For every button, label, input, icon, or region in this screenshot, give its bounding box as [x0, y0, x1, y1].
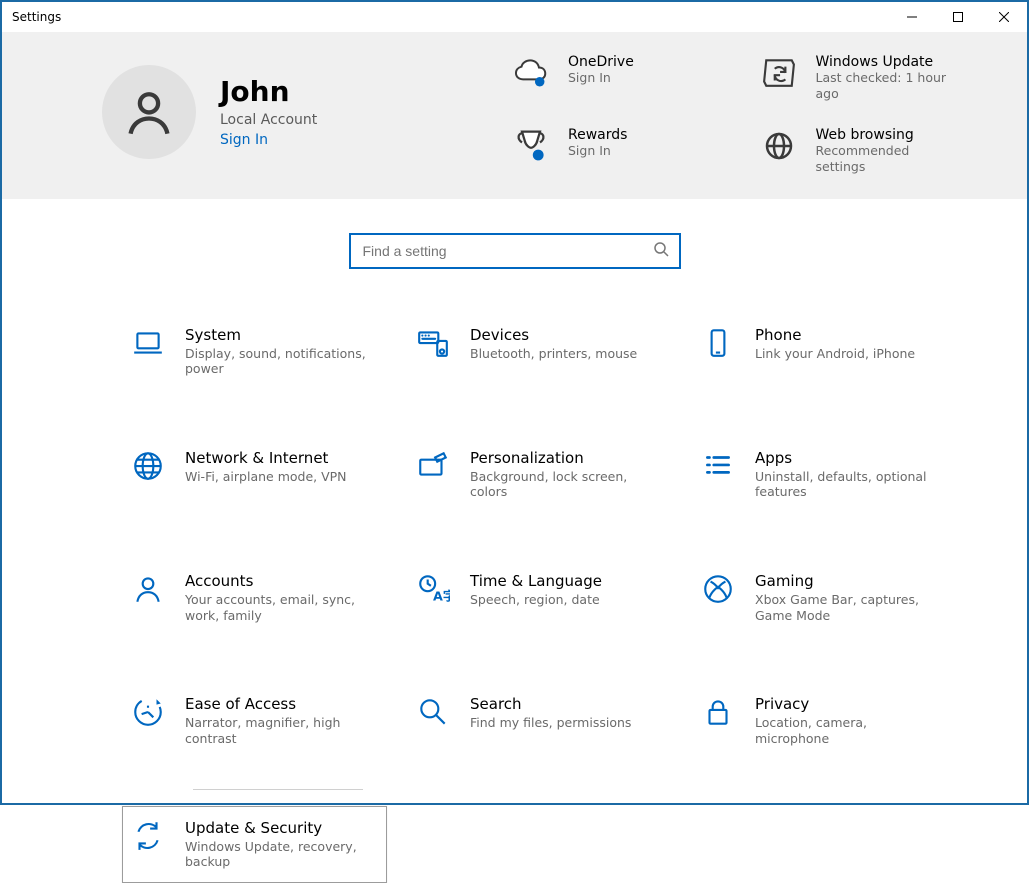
category-title: Search: [470, 695, 631, 713]
category-accounts[interactable]: Accounts Your accounts, email, sync, wor…: [122, 559, 387, 636]
category-devices[interactable]: Devices Bluetooth, printers, mouse: [407, 313, 672, 390]
category-title: Personalization: [470, 449, 659, 467]
tile-title: Windows Update: [816, 54, 956, 70]
cloud-icon: [512, 54, 550, 92]
category-sub: Link your Android, iPhone: [755, 346, 915, 362]
category-title: Devices: [470, 326, 637, 344]
category-time-language[interactable]: A字 Time & Language Speech, region, date: [407, 559, 672, 636]
category-sub: Bluetooth, printers, mouse: [470, 346, 637, 362]
category-network[interactable]: Network & Internet Wi-Fi, airplane mode,…: [122, 436, 387, 513]
account-type: Local Account: [220, 112, 317, 128]
category-search[interactable]: Search Find my files, permissions: [407, 682, 672, 759]
tile-web-browsing[interactable]: Web browsing Recommended settings: [760, 127, 998, 174]
rewards-icon: [512, 127, 550, 165]
category-system[interactable]: System Display, sound, notifications, po…: [122, 313, 387, 390]
category-title: Network & Internet: [185, 449, 347, 467]
category-phone[interactable]: Phone Link your Android, iPhone: [692, 313, 957, 390]
minimize-button[interactable]: [889, 2, 935, 32]
person-icon: [131, 572, 165, 606]
tile-sub: Sign In: [568, 143, 627, 159]
categories-grid: System Display, sound, notifications, po…: [2, 313, 1027, 883]
tile-sub: Last checked: 1 hour ago: [816, 70, 956, 101]
lock-icon: [701, 695, 735, 729]
category-sub: Find my files, permissions: [470, 715, 631, 731]
category-sub: Speech, region, date: [470, 592, 602, 608]
window-controls: [889, 2, 1027, 32]
search-input[interactable]: [361, 242, 653, 260]
category-title: Time & Language: [470, 572, 602, 590]
category-update-security[interactable]: Update & Security Windows Update, recove…: [122, 806, 387, 883]
category-title: Phone: [755, 326, 915, 344]
tile-sub: Recommended settings: [816, 143, 956, 174]
category-sub: Narrator, magnifier, high contrast: [185, 715, 374, 746]
tile-title: Web browsing: [816, 127, 956, 143]
category-title: Accounts: [185, 572, 374, 590]
category-title: Privacy: [755, 695, 944, 713]
category-sub: Background, lock screen, colors: [470, 469, 659, 500]
tile-sub: Sign In: [568, 70, 634, 86]
category-privacy[interactable]: Privacy Location, camera, microphone: [692, 682, 957, 759]
category-personalization[interactable]: Personalization Background, lock screen,…: [407, 436, 672, 513]
category-title: Ease of Access: [185, 695, 374, 713]
status-tiles: OneDrive Sign In Windows Update Last che…: [512, 50, 997, 175]
category-title: Apps: [755, 449, 944, 467]
tile-onedrive[interactable]: OneDrive Sign In: [512, 54, 750, 101]
globe-icon: [760, 127, 798, 165]
category-sub: Display, sound, notifications, power: [185, 346, 374, 377]
apps-list-icon: [701, 449, 735, 483]
laptop-icon: [131, 326, 165, 360]
account-banner: John Local Account Sign In OneDrive Sign…: [2, 32, 1027, 199]
search-box[interactable]: [349, 233, 681, 269]
search-section: [2, 233, 1027, 269]
category-ease-of-access[interactable]: Ease of Access Narrator, magnifier, high…: [122, 682, 387, 759]
category-sub: Your accounts, email, sync, work, family: [185, 592, 374, 623]
person-icon: [123, 86, 175, 138]
category-title: System: [185, 326, 374, 344]
category-sub: Wi-Fi, airplane mode, VPN: [185, 469, 347, 485]
search-icon: [416, 695, 450, 729]
time-language-icon: A字: [416, 572, 450, 606]
tile-windows-update[interactable]: Windows Update Last checked: 1 hour ago: [760, 54, 998, 101]
refresh-sync-icon: [760, 54, 798, 92]
xbox-icon: [701, 572, 735, 606]
category-sub: Location, camera, microphone: [755, 715, 944, 746]
keyboard-speaker-icon: [416, 326, 450, 360]
tile-rewards[interactable]: Rewards Sign In: [512, 127, 750, 174]
category-sub: Uninstall, defaults, optional features: [755, 469, 944, 500]
category-title: Gaming: [755, 572, 944, 590]
window-title: Settings: [12, 10, 61, 24]
tile-title: Rewards: [568, 127, 627, 143]
phone-icon: [701, 326, 735, 360]
search-icon: [653, 241, 669, 261]
profile-name: John: [220, 77, 317, 108]
profile-block[interactable]: John Local Account Sign In: [102, 50, 472, 175]
svg-text:A字: A字: [433, 589, 450, 605]
category-title: Update & Security: [185, 819, 374, 837]
globe-icon: [131, 449, 165, 483]
maximize-button[interactable]: [935, 2, 981, 32]
paint-icon: [416, 449, 450, 483]
sign-in-link[interactable]: Sign In: [220, 132, 317, 148]
titlebar: Settings: [2, 2, 1027, 32]
ease-of-access-icon: [131, 695, 165, 729]
category-apps[interactable]: Apps Uninstall, defaults, optional featu…: [692, 436, 957, 513]
category-sub: Windows Update, recovery, backup: [185, 839, 374, 870]
category-gaming[interactable]: Gaming Xbox Game Bar, captures, Game Mod…: [692, 559, 957, 636]
tile-title: OneDrive: [568, 54, 634, 70]
category-sub: Xbox Game Bar, captures, Game Mode: [755, 592, 944, 623]
sync-icon: [131, 819, 165, 853]
close-button[interactable]: [981, 2, 1027, 32]
avatar: [102, 65, 196, 159]
